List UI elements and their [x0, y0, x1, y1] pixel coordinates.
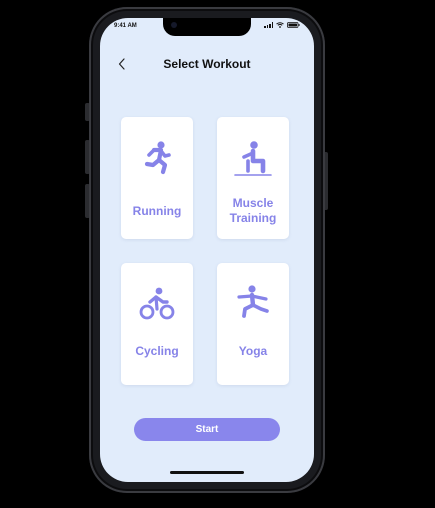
- signal-icon: [264, 22, 273, 28]
- workout-label: Cycling: [135, 344, 179, 358]
- status-time: 9:41 AM: [114, 23, 137, 29]
- workout-card-cycling[interactable]: Cycling: [121, 263, 193, 385]
- workout-label: Muscle Training: [217, 196, 289, 226]
- battery-icon: [287, 22, 300, 28]
- yoga-pose-icon: [237, 285, 269, 318]
- workout-card-yoga[interactable]: Yoga: [217, 263, 289, 385]
- header: Select Workout: [100, 54, 314, 74]
- workout-label: Yoga: [238, 344, 268, 358]
- squat-person-icon: [234, 141, 272, 176]
- wifi-icon: [276, 22, 284, 28]
- workout-card-muscle-training[interactable]: Muscle Training: [217, 117, 289, 239]
- workout-card-running[interactable]: Running: [121, 117, 193, 239]
- stage: 9:41 AM Select Workout Running Muscle Tr…: [0, 0, 435, 508]
- front-camera-icon: [171, 22, 177, 28]
- cyclist-icon: [139, 287, 175, 320]
- status-icons: [264, 22, 300, 28]
- page-title: Select Workout: [163, 57, 251, 71]
- phone-screen: 9:41 AM Select Workout Running Muscle Tr…: [100, 18, 314, 482]
- running-person-icon: [144, 141, 171, 175]
- start-button[interactable]: Start: [134, 418, 280, 441]
- workout-label: Running: [132, 204, 182, 218]
- workout-label-text: Muscle Training: [229, 196, 277, 225]
- home-indicator[interactable]: [170, 471, 244, 474]
